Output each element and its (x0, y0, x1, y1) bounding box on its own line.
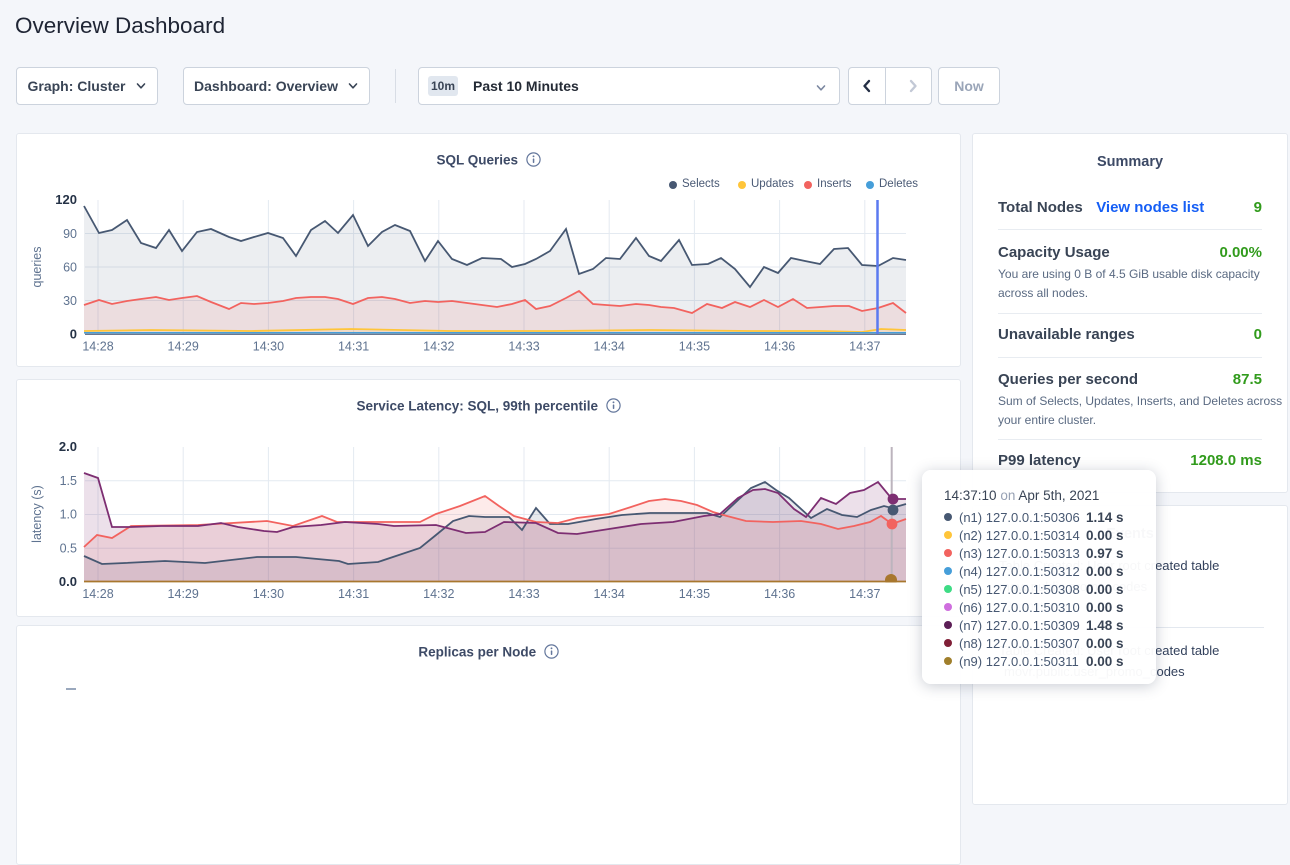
svg-text:14:36: 14:36 (764, 340, 795, 354)
svg-text:14:37: 14:37 (849, 340, 880, 354)
svg-text:120: 120 (55, 192, 77, 207)
svg-text:14:30: 14:30 (253, 587, 284, 601)
svg-text:queries: queries (30, 247, 44, 288)
svg-text:14:28: 14:28 (82, 340, 113, 354)
svg-text:14:37: 14:37 (849, 587, 880, 601)
svg-text:0: 0 (70, 327, 77, 342)
svg-text:latency (s): latency (s) (30, 485, 44, 543)
svg-text:14:32: 14:32 (423, 587, 454, 601)
svg-text:90: 90 (63, 227, 77, 241)
svg-text:14:32: 14:32 (423, 340, 454, 354)
svg-text:14:31: 14:31 (338, 340, 369, 354)
svg-text:14:30: 14:30 (253, 340, 284, 354)
svg-text:14:35: 14:35 (679, 587, 710, 601)
svg-text:14:31: 14:31 (338, 587, 369, 601)
svg-text:14:34: 14:34 (594, 587, 625, 601)
svg-text:14:33: 14:33 (508, 587, 539, 601)
svg-text:14:36: 14:36 (764, 587, 795, 601)
svg-text:14:35: 14:35 (679, 340, 710, 354)
svg-text:14:29: 14:29 (168, 587, 199, 601)
svg-text:1.0: 1.0 (60, 508, 77, 522)
svg-text:14:34: 14:34 (594, 340, 625, 354)
svg-text:14:28: 14:28 (82, 587, 113, 601)
svg-text:14:29: 14:29 (168, 340, 199, 354)
svg-text:1.5: 1.5 (60, 474, 77, 488)
svg-text:2.0: 2.0 (59, 439, 77, 454)
svg-text:0.5: 0.5 (60, 541, 77, 555)
svg-text:14:33: 14:33 (508, 340, 539, 354)
svg-text:0.0: 0.0 (59, 574, 77, 589)
svg-text:60: 60 (63, 261, 77, 275)
svg-text:30: 30 (63, 294, 77, 308)
